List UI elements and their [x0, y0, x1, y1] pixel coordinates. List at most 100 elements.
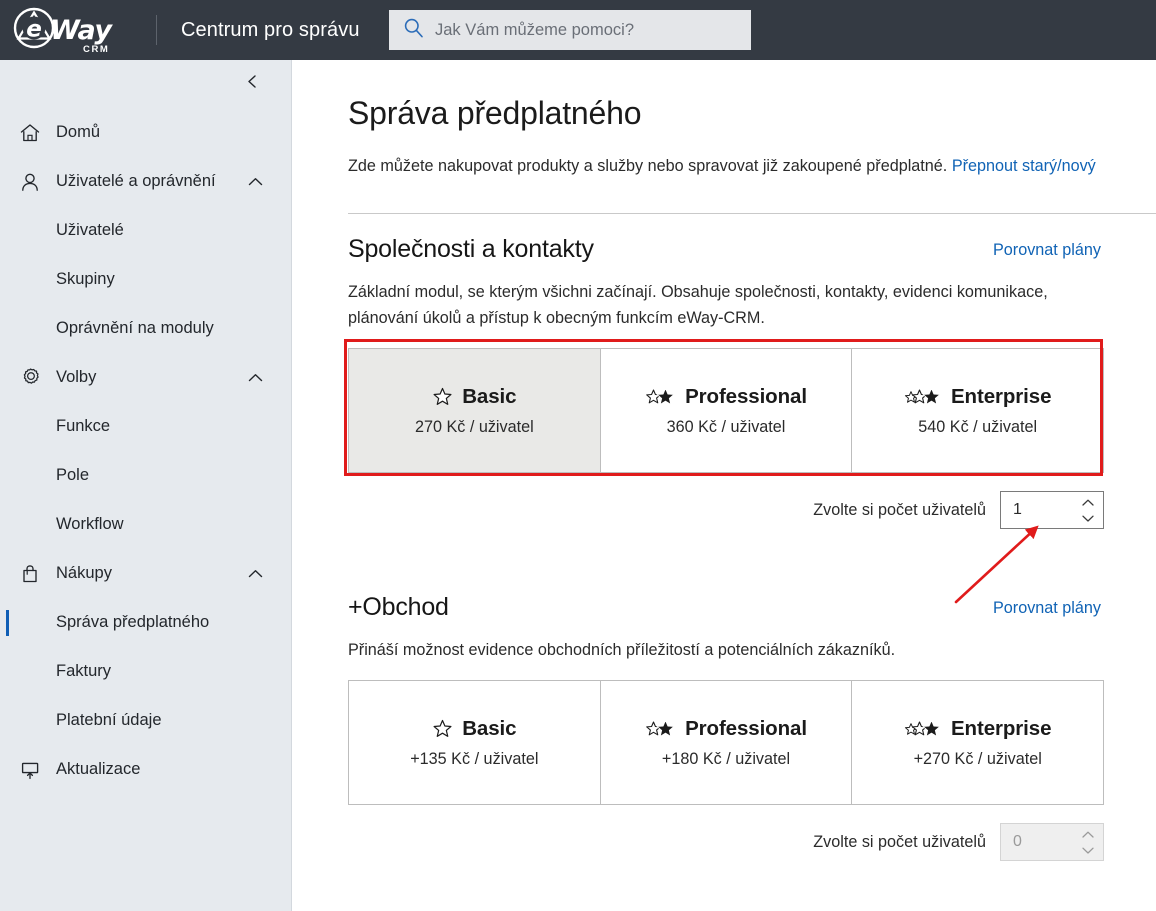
plan-name: Professional: [685, 384, 807, 408]
user-count-label: Zvolte si počet uživatelů: [813, 832, 986, 851]
user-count-row: Zvolte si počet uživatelů 0: [348, 823, 1104, 861]
plan-card-professional[interactable]: Professional +180 Kč / uživatel: [600, 681, 853, 804]
search-placeholder-text: Jak Vám můžeme pomoci?: [435, 20, 634, 39]
sidebar-item-label: Skupiny: [56, 270, 115, 288]
plan-name-row: Enterprise: [904, 717, 1051, 741]
sidebar-item-label: Funkce: [56, 417, 111, 435]
page-subtitle-text: Zde můžete nakupovat produkty a služby n…: [348, 157, 948, 175]
section-description: Přináší možnost evidence obchodních příl…: [348, 641, 896, 659]
search-icon: [403, 17, 424, 43]
sidebar-item-faktury[interactable]: Faktury: [0, 647, 291, 696]
plan-price: 540 Kč / uživatel: [918, 417, 1038, 436]
plan-name: Enterprise: [950, 384, 1052, 408]
plan-price: +180 Kč / uživatel: [661, 749, 791, 768]
star-outline-filled-icon: [645, 386, 676, 407]
plan-price: 360 Kč / uživatel: [666, 417, 786, 436]
chevron-up-icon[interactable]: [246, 172, 265, 191]
user-count-spinner[interactable]: 1: [1000, 491, 1104, 529]
plan-card-basic[interactable]: Basic 270 Kč / uživatel: [349, 349, 601, 472]
plan-card-enterprise[interactable]: Enterprise +270 Kč / uživatel: [852, 681, 1104, 804]
plan-price: +135 Kč / uživatel: [410, 749, 539, 768]
main-content: Správa předplatného Zde můžete nakupovat…: [292, 60, 1156, 911]
star-outline-filled-icon: [645, 718, 676, 739]
sidebar-item-volby[interactable]: Volby: [0, 353, 291, 402]
star-outline-icon: [432, 718, 453, 739]
star-outline-icon: [432, 386, 453, 407]
header-divider: [156, 15, 157, 45]
sidebar-collapse-button[interactable]: [239, 71, 265, 97]
eway-logo[interactable]: e Way CRM: [12, 6, 142, 55]
user-count-arrows: [1077, 824, 1103, 860]
sidebar-item-workflow[interactable]: Workflow: [0, 500, 291, 549]
search-input[interactable]: Jak Vám můžeme pomoci?: [389, 10, 751, 50]
section-header: Společnosti a kontakty Porovnat plány: [348, 235, 1156, 269]
plan-price: +270 Kč / uživatel: [913, 749, 1042, 768]
logo-way-text: Way: [50, 14, 112, 46]
plan-card-enterprise[interactable]: Enterprise 540 Kč / uživatel: [852, 349, 1104, 472]
sidebar-item-uzivatele[interactable]: Uživatelé: [0, 206, 291, 255]
plan-name: Basic: [462, 384, 517, 408]
spinner-down-icon[interactable]: [1081, 845, 1095, 855]
user-count-row: Zvolte si počet uživatelů 1: [348, 491, 1104, 529]
gear-icon: [17, 366, 43, 389]
user-count-value[interactable]: 0: [1001, 824, 1077, 860]
bag-icon: [17, 563, 43, 585]
sidebar-item-label: Uživatelé a oprávnění: [56, 172, 216, 190]
user-count-spinner[interactable]: 0: [1000, 823, 1104, 861]
plan-name-row: Basic: [432, 384, 517, 409]
plan-name: Basic: [462, 716, 517, 740]
plan-card-professional[interactable]: Professional 360 Kč / uživatel: [600, 349, 853, 472]
sidebar-item-sprava-predplatneho[interactable]: Správa předplatného: [0, 598, 291, 647]
user-count-value[interactable]: 1: [1001, 492, 1077, 528]
spinner-up-icon[interactable]: [1081, 497, 1095, 507]
sidebar-item-uzivatele-a-opravneni[interactable]: Uživatelé a oprávnění: [0, 157, 291, 206]
sidebar-navigation: Domů Uživatelé a oprávnění Uživatelé Sku…: [0, 60, 292, 911]
page-subtitle: Zde můžete nakupovat produkty a služby n…: [348, 157, 1096, 176]
sidebar-item-skupiny[interactable]: Skupiny: [0, 255, 291, 304]
sidebar-item-domu[interactable]: Domů: [0, 108, 291, 157]
sidebar-item-label: Aktualizace: [56, 760, 141, 778]
sidebar-item-funkce[interactable]: Funkce: [0, 402, 291, 451]
user-count-label: Zvolte si počet uživatelů: [813, 500, 986, 519]
plan-name: Enterprise: [950, 716, 1052, 740]
chevron-up-icon[interactable]: [246, 564, 265, 583]
sidebar-collapse-row: [0, 60, 291, 108]
compare-plans-link[interactable]: Porovnat plány: [993, 241, 1101, 260]
logo-crm-text: CRM: [83, 43, 110, 55]
user-icon: [17, 171, 43, 193]
plan-name-row: Professional: [645, 717, 807, 741]
switch-old-new-link[interactable]: Přepnout starý/nový: [952, 157, 1096, 175]
sidebar-item-label: Faktury: [56, 662, 112, 680]
compare-plans-link[interactable]: Porovnat plány: [993, 599, 1101, 618]
section-obchod: +Obchod Porovnat plány Přináší možnost e…: [348, 593, 1156, 861]
header-separator: [348, 213, 1156, 214]
sidebar-item-label: Volby: [56, 368, 97, 386]
sidebar-item-pole[interactable]: Pole: [0, 451, 291, 500]
page-title: Správa předplatného: [348, 95, 642, 131]
star-outline-outline-filled-icon: [904, 386, 942, 407]
sidebar-item-label: Pole: [56, 466, 90, 484]
plan-card-group: Basic 270 Kč / uživatel Professional 360…: [348, 348, 1104, 473]
plan-name: Professional: [685, 716, 807, 740]
plan-name-row: Basic: [432, 716, 517, 741]
sidebar-item-platebni-udaje[interactable]: Platební údaje: [0, 696, 291, 745]
plan-name-row: Professional: [645, 385, 807, 409]
section-spolecnosti-a-kontakty: Společnosti a kontakty Porovnat plány Zá…: [348, 235, 1156, 529]
home-icon: [17, 122, 43, 144]
star-outline-outline-filled-icon: [904, 718, 942, 739]
admin-center-page: e Way CRM Centrum pro správu Jak Vám můž…: [0, 0, 1156, 911]
spinner-up-icon[interactable]: [1081, 829, 1095, 839]
top-header-bar: e Way CRM Centrum pro správu Jak Vám můž…: [0, 0, 1156, 60]
section-title: Společnosti a kontakty: [348, 235, 594, 263]
plan-card-basic[interactable]: Basic +135 Kč / uživatel: [349, 681, 601, 804]
sidebar-item-nakupy[interactable]: Nákupy: [0, 549, 291, 598]
sidebar-item-opravneni-na-moduly[interactable]: Oprávnění na moduly: [0, 304, 291, 353]
sidebar-item-aktualizace[interactable]: Aktualizace: [0, 745, 291, 794]
section-header: +Obchod Porovnat plány: [348, 593, 1156, 627]
plan-card-group: Basic +135 Kč / uživatel Professional +1…: [348, 680, 1104, 805]
svg-text:e: e: [26, 16, 42, 42]
spinner-down-icon[interactable]: [1081, 513, 1095, 523]
sidebar-item-label: Oprávnění na moduly: [56, 319, 214, 337]
user-count-arrows: [1077, 492, 1103, 528]
chevron-up-icon[interactable]: [246, 368, 265, 387]
